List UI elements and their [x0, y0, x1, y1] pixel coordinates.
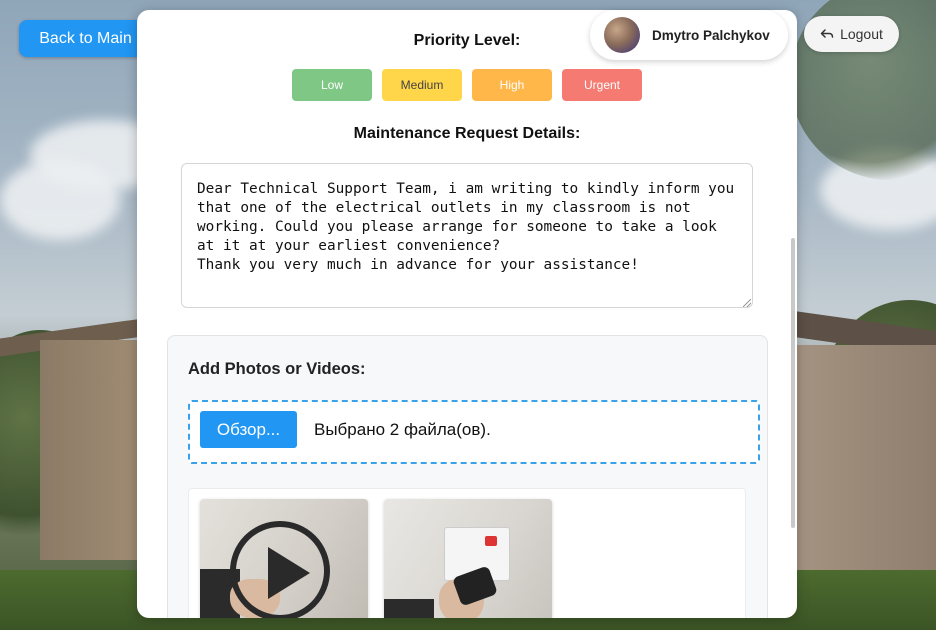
sleeve	[384, 599, 434, 618]
request-details-title: Maintenance Request Details:	[353, 125, 581, 142]
back-to-main-button[interactable]: Back to Main	[19, 20, 152, 57]
browse-button[interactable]: Обзор...	[200, 411, 297, 448]
scrollbar[interactable]	[791, 238, 795, 528]
priority-medium-button[interactable]: Medium	[382, 69, 462, 101]
selected-files-text: Выбрано 2 файла(ов).	[314, 420, 491, 439]
media-upload-section: Add Photos or Videos: Обзор... Выбрано 2…	[167, 335, 768, 618]
media-preview-list	[188, 488, 746, 618]
logout-button[interactable]: Logout	[804, 16, 899, 52]
user-profile-chip[interactable]: Dmytro Palchykov	[590, 10, 788, 60]
building	[40, 340, 150, 560]
request-details-textarea[interactable]: Dear Technical Support Team, i am writin…	[181, 163, 753, 308]
cloud	[0, 160, 120, 240]
video-preview-thumbnail[interactable]	[200, 499, 368, 618]
avatar	[604, 17, 640, 53]
resize-handle[interactable]	[743, 299, 751, 307]
priority-low-button[interactable]: Low	[292, 69, 372, 101]
building	[790, 345, 936, 585]
priority-high-button[interactable]: High	[472, 69, 552, 101]
upload-title: Add Photos or Videos:	[188, 360, 366, 378]
user-name: Dmytro Palchykov	[652, 27, 770, 43]
logout-label: Logout	[840, 26, 883, 42]
file-dropzone[interactable]: Обзор... Выбрано 2 файла(ов).	[188, 400, 760, 464]
image-preview-thumbnail[interactable]	[384, 499, 552, 618]
priority-urgent-button[interactable]: Urgent	[562, 69, 642, 101]
outlet-switch	[485, 536, 497, 546]
priority-options: Low Medium High Urgent	[292, 69, 642, 101]
play-triangle-icon	[268, 547, 310, 599]
logout-arrow-icon	[820, 29, 834, 38]
request-form-panel: Priority Level: Low Medium High Urgent M…	[137, 10, 797, 618]
